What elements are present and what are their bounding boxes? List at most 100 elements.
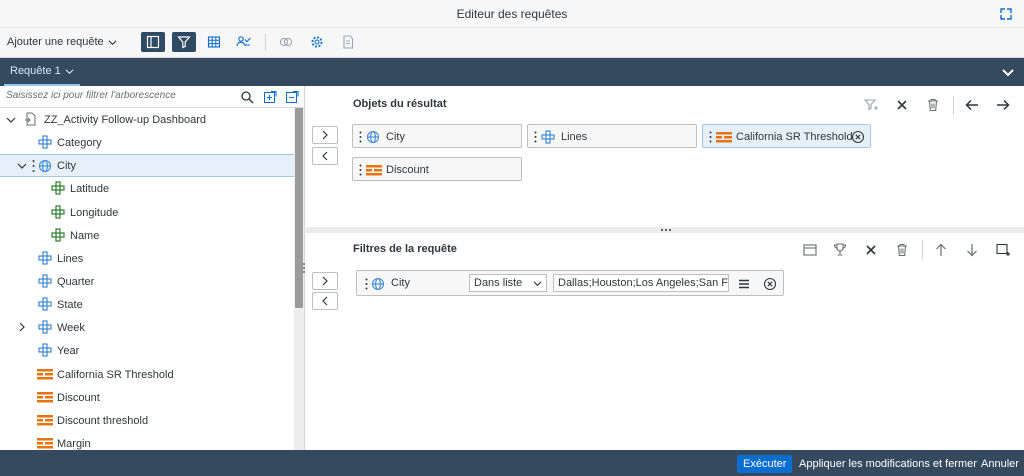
tree-item-year[interactable]: Year bbox=[0, 339, 294, 362]
tree-item-label: Discount bbox=[57, 391, 100, 404]
tree-item-label: City bbox=[57, 159, 76, 172]
table-view-button[interactable] bbox=[202, 32, 226, 52]
close-icon[interactable] bbox=[894, 97, 910, 113]
tree-search-input[interactable] bbox=[6, 90, 231, 101]
filter-row-city[interactable]: City Dans liste Dallas;Houston;Los Angel… bbox=[356, 270, 784, 296]
filter-button[interactable] bbox=[172, 32, 196, 52]
chevron-left-icon bbox=[322, 296, 328, 306]
filter-add-icon[interactable] bbox=[863, 97, 879, 113]
tree-scrollbar[interactable] bbox=[294, 108, 304, 450]
window-icon[interactable] bbox=[802, 242, 818, 258]
list-menu-icon[interactable] bbox=[737, 277, 751, 291]
result-object-city[interactable]: City bbox=[352, 124, 522, 148]
tree-item-label: Longitude bbox=[70, 206, 119, 219]
collapse-icon[interactable] bbox=[1000, 64, 1016, 80]
tree-item-state[interactable]: State bbox=[0, 293, 294, 316]
combine-button[interactable] bbox=[274, 32, 298, 52]
chevron-down-icon[interactable] bbox=[65, 67, 74, 76]
tree-item-latitude[interactable]: Latitude bbox=[0, 177, 294, 200]
dimension-icon bbox=[38, 320, 52, 334]
drag-handle-icon[interactable] bbox=[709, 131, 712, 143]
tree-item-city[interactable]: City bbox=[0, 154, 294, 177]
tree-item-lines[interactable]: Lines bbox=[0, 247, 294, 270]
script-button[interactable] bbox=[336, 32, 360, 52]
tree-item-label: Year bbox=[57, 344, 80, 357]
arrow-right-icon[interactable] bbox=[995, 97, 1011, 113]
tree-item-label: Lines bbox=[57, 252, 84, 265]
attribute-icon bbox=[51, 205, 65, 219]
remove-icon[interactable] bbox=[763, 277, 777, 291]
run-button[interactable]: Exécuter bbox=[737, 455, 793, 473]
trophy-icon[interactable] bbox=[832, 242, 848, 258]
document-icon bbox=[343, 35, 354, 49]
collapse-all-icon[interactable] bbox=[285, 90, 299, 104]
data-preview-button[interactable] bbox=[232, 32, 256, 52]
tree-item-quarter[interactable]: Quarter bbox=[0, 270, 294, 293]
result-object-lines[interactable]: Lines bbox=[527, 124, 697, 148]
arrow-up-icon[interactable] bbox=[933, 242, 949, 258]
tree-item-discount-threshold[interactable]: Discount threshold bbox=[0, 409, 294, 432]
tree-item-week[interactable]: Week bbox=[0, 316, 294, 339]
remove-from-filters-button[interactable] bbox=[312, 292, 338, 310]
remove-icon[interactable] bbox=[851, 130, 865, 144]
tree-item-discount[interactable]: Discount bbox=[0, 386, 294, 409]
add-query-label: Ajouter une requête bbox=[7, 36, 104, 48]
tree-scrollbar-thumb[interactable] bbox=[295, 108, 303, 308]
tree-item-name[interactable]: Name bbox=[0, 224, 294, 247]
result-object-discount[interactable]: Discount bbox=[352, 157, 522, 181]
settings-button[interactable] bbox=[305, 32, 329, 52]
measure-icon bbox=[37, 415, 53, 426]
delete-icon[interactable] bbox=[894, 242, 910, 258]
fullscreen-icon[interactable] bbox=[998, 6, 1014, 22]
tree-item-label: Name bbox=[70, 229, 100, 242]
filter-value-text: Dallas;Houston;Los Angeles;San Fra bbox=[558, 277, 729, 289]
side-panel-icon bbox=[146, 35, 160, 49]
chevron-right-icon[interactable] bbox=[17, 322, 27, 332]
tree-item-label: Week bbox=[57, 321, 85, 334]
measure-icon bbox=[37, 369, 53, 380]
filter-value-input[interactable]: Dallas;Houston;Los Angeles;San Fra bbox=[553, 274, 729, 292]
arrow-down-icon[interactable] bbox=[964, 242, 980, 258]
result-object-california-sr-threshold[interactable]: California SR Threshold bbox=[702, 124, 871, 148]
tree-item-label: State bbox=[57, 298, 83, 311]
tree-root-label: ZZ_Activity Follow-up Dashboard bbox=[44, 113, 207, 126]
chevron-down-icon[interactable] bbox=[6, 115, 16, 125]
tree-root[interactable]: ZZ_Activity Follow-up Dashboard bbox=[0, 108, 294, 131]
arrow-left-icon[interactable] bbox=[964, 97, 980, 113]
query-filters-section: Filtres de la requête bbox=[306, 233, 1024, 450]
drag-handle-icon[interactable] bbox=[365, 278, 368, 290]
tree-item-margin[interactable]: Margin bbox=[0, 432, 294, 450]
filter-operator-value: Dans liste bbox=[474, 277, 523, 289]
splitter-grip-icon[interactable] bbox=[660, 228, 672, 232]
apply-and-close-button[interactable]: Appliquer les modifications et fermer bbox=[793, 455, 983, 473]
object-tree: ZZ_Activity Follow-up Dashboard Category… bbox=[0, 108, 294, 450]
drag-handle-icon[interactable] bbox=[32, 159, 35, 173]
filter-object-label: City bbox=[391, 277, 410, 289]
add-query-button[interactable]: Ajouter une requête bbox=[7, 36, 117, 48]
tree-item-longitude[interactable]: Longitude bbox=[0, 201, 294, 224]
add-to-filters-button[interactable] bbox=[312, 272, 338, 290]
attribute-icon bbox=[51, 228, 65, 242]
filter-operator-select[interactable]: Dans liste bbox=[469, 274, 547, 292]
drag-handle-icon[interactable] bbox=[534, 131, 537, 143]
remove-from-results-button[interactable] bbox=[312, 147, 338, 165]
drag-handle-icon[interactable] bbox=[359, 164, 362, 176]
delete-icon[interactable] bbox=[925, 97, 941, 113]
cancel-button[interactable]: Annuler bbox=[975, 455, 1024, 473]
tab-query-1[interactable]: Requête 1 bbox=[4, 58, 80, 86]
globe-icon bbox=[38, 159, 52, 173]
tree-item-category[interactable]: Category bbox=[0, 131, 294, 154]
link-icon bbox=[279, 37, 293, 47]
close-icon[interactable] bbox=[863, 242, 879, 258]
measure-icon bbox=[37, 392, 53, 403]
query-tabbar: Requête 1 bbox=[0, 58, 1024, 86]
search-icon[interactable] bbox=[240, 90, 254, 104]
add-filter-icon[interactable] bbox=[995, 242, 1011, 258]
tree-item-california-sr-threshold[interactable]: California SR Threshold bbox=[0, 363, 294, 386]
show-panel-button[interactable] bbox=[141, 32, 165, 52]
tree-item-label: Quarter bbox=[57, 275, 95, 288]
chevron-down-icon[interactable] bbox=[17, 161, 27, 171]
expand-all-icon[interactable] bbox=[263, 90, 277, 104]
drag-handle-icon[interactable] bbox=[359, 131, 362, 143]
add-to-results-button[interactable] bbox=[312, 126, 338, 144]
